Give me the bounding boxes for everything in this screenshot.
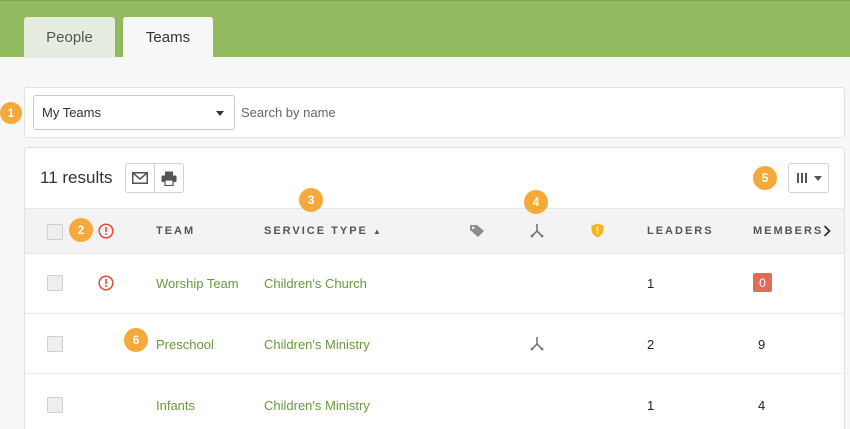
table-header: TEAM SERVICE TYPE ▲ LEADERS MEMBERS <box>25 208 844 254</box>
members-count: 4 <box>758 398 766 413</box>
caret-down-icon <box>216 111 224 116</box>
team-name-link[interactable]: Preschool <box>156 337 214 352</box>
team-filter-select-value: My Teams <box>42 105 101 120</box>
service-type-link[interactable]: Children's Church <box>264 276 367 291</box>
column-picker-button[interactable] <box>788 163 829 193</box>
table-row[interactable]: Infants Children's Ministry 1 4 <box>25 374 844 429</box>
annotation-marker-2: 2 <box>69 218 93 242</box>
row-checkbox[interactable] <box>47 275 63 291</box>
column-header-service-type[interactable]: SERVICE TYPE ▲ <box>264 225 381 237</box>
column-header-team[interactable]: TEAM <box>156 225 195 237</box>
row-checkbox[interactable] <box>47 397 63 413</box>
print-icon <box>161 171 177 186</box>
columns-icon <box>796 173 807 183</box>
alert-circle-icon <box>98 223 114 239</box>
row-checkbox[interactable] <box>47 336 63 352</box>
annotation-marker-3: 3 <box>299 188 323 212</box>
teams-table-card: 11 results TEAM SERVICE TYPE ▲ LEADERS M… <box>24 147 845 429</box>
leaders-count: 1 <box>647 398 655 413</box>
sort-ascending-icon: ▲ <box>372 227 381 236</box>
alert-circle-icon <box>98 275 114 291</box>
service-type-link[interactable]: Children's Ministry <box>264 398 370 413</box>
column-header-leaders[interactable]: LEADERS <box>647 225 714 237</box>
search-input[interactable] <box>241 95 831 130</box>
leaders-count: 1 <box>647 276 655 291</box>
email-button[interactable] <box>125 163 155 193</box>
mail-icon <box>132 172 148 184</box>
tab-teams[interactable]: Teams <box>123 17 213 58</box>
team-filter-select[interactable]: My Teams <box>33 95 235 130</box>
team-name-link[interactable]: Worship Team <box>156 276 239 291</box>
chevron-right-icon[interactable] <box>823 225 831 237</box>
caret-down-icon <box>813 175 822 181</box>
members-count: 9 <box>758 337 766 352</box>
filter-bar: My Teams <box>24 87 845 138</box>
leaders-count: 2 <box>647 337 655 352</box>
print-button[interactable] <box>154 163 184 193</box>
column-header-members[interactable]: MEMBERS <box>753 225 823 237</box>
shield-icon[interactable] <box>591 223 604 238</box>
service-type-link[interactable]: Children's Ministry <box>264 337 370 352</box>
column-header-service-type-label: SERVICE TYPE <box>264 225 368 237</box>
tab-people[interactable]: People <box>24 17 115 58</box>
select-all-checkbox[interactable] <box>47 224 63 240</box>
table-row[interactable]: Preschool Children's Ministry 2 9 <box>25 314 844 374</box>
annotation-marker-1: 1 <box>0 102 22 124</box>
results-count: 11 results <box>40 168 113 187</box>
split-icon <box>530 337 544 351</box>
members-count-badge: 0 <box>753 273 772 292</box>
table-row[interactable]: Worship Team Children's Church 1 0 <box>25 254 844 314</box>
tag-icon[interactable] <box>469 224 485 238</box>
annotation-marker-5: 5 <box>753 166 777 190</box>
annotation-marker-6: 6 <box>124 328 148 352</box>
top-nav-bar: People Teams <box>0 0 850 58</box>
team-name-link[interactable]: Infants <box>156 398 195 413</box>
annotation-marker-4: 4 <box>524 190 548 214</box>
split-icon[interactable] <box>530 223 544 238</box>
